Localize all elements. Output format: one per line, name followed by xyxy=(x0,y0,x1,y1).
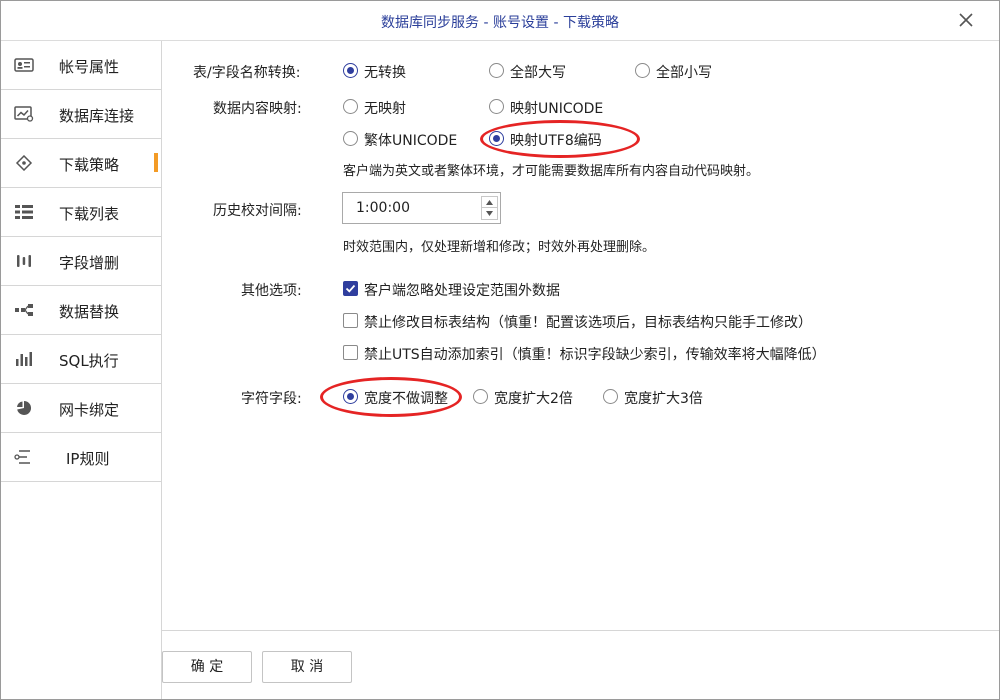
radio-traditional-unicode[interactable]: 繁体UNICODE xyxy=(343,130,473,150)
name-conversion-label: 表/字段名称转换: xyxy=(193,65,301,81)
sql-execute-icon xyxy=(14,351,34,367)
sidebar-item-field-add-remove[interactable]: 字段增删 xyxy=(1,237,161,286)
download-strategy-icon xyxy=(14,155,34,171)
checkbox-no-modify-table-structure[interactable]: 禁止修改目标表结构（慎重！配置该选项后，目标表结构只能手工修改） xyxy=(343,312,813,332)
checkbox-no-auto-index[interactable]: 禁止UTS自动添加索引（慎重！标识字段缺少索引，传输效率将大幅降低） xyxy=(343,344,826,364)
history-interval-input[interactable] xyxy=(344,194,480,222)
nic-binding-icon xyxy=(14,400,34,416)
sidebar-item-label: 下载列表 xyxy=(59,205,120,223)
radio-width-x2[interactable]: 宽度扩大2倍 xyxy=(473,388,583,408)
caret-up-icon xyxy=(486,200,493,205)
sidebar-item-label: IP规则 xyxy=(66,450,110,468)
checkbox-box xyxy=(343,281,358,296)
sidebar-item-label: 数据库连接 xyxy=(59,107,135,125)
radio-circle xyxy=(343,131,358,146)
sidebar-item-ip-rules[interactable]: IP规则 xyxy=(1,433,161,482)
settings-window: 数据库同步服务 - 账号设置 - 下载策略 帐号属性 数据库连接 下载策略 下载… xyxy=(0,0,1000,700)
sidebar-item-label: 字段增删 xyxy=(59,254,120,272)
content-mapping-label: 数据内容映射: xyxy=(213,101,302,117)
checkbox-ignore-out-of-range[interactable]: 客户端忽略处理设定范围外数据 xyxy=(343,280,573,300)
ok-button[interactable]: 确 定 xyxy=(162,651,252,683)
ip-rules-icon xyxy=(14,449,34,465)
checkbox-box xyxy=(343,313,358,328)
dialog-footer: 确 定 取 消 xyxy=(162,630,999,699)
title-bar: 数据库同步服务 - 账号设置 - 下载策略 xyxy=(1,1,999,41)
radio-circle xyxy=(489,63,504,78)
radio-circle xyxy=(603,389,618,404)
radio-no-conversion[interactable]: 无转换 xyxy=(343,62,423,82)
radio-width-x3[interactable]: 宽度扩大3倍 xyxy=(603,388,713,408)
history-interval-hint: 时效范围内，仅处理新增和修改；时效外再处理删除。 xyxy=(343,240,656,255)
sidebar-item-label: 帐号属性 xyxy=(59,58,120,76)
radio-circle xyxy=(489,131,504,146)
history-interval-label: 历史校对间隔: xyxy=(213,203,302,219)
window-title: 数据库同步服务 - 账号设置 - 下载策略 xyxy=(381,15,619,31)
radio-circle xyxy=(343,63,358,78)
settings-panel: 表/字段名称转换: 无转换 全部大写 全部小写 数据内容映射: 无映射 映射UN… xyxy=(162,41,999,630)
sidebar-item-nic-binding[interactable]: 网卡绑定 xyxy=(1,384,161,433)
char-field-label: 字符字段: xyxy=(241,391,302,407)
sidebar-item-label: SQL执行 xyxy=(59,352,119,370)
spin-down-button[interactable] xyxy=(482,208,497,219)
field-add-remove-icon xyxy=(14,253,34,269)
sidebar-item-sql-execute[interactable]: SQL执行 xyxy=(1,335,161,384)
radio-all-uppercase[interactable]: 全部大写 xyxy=(489,62,579,82)
radio-circle xyxy=(343,389,358,404)
database-connection-icon xyxy=(14,106,34,122)
sidebar-item-download-strategy[interactable]: 下载策略 xyxy=(1,139,161,188)
cancel-button[interactable]: 取 消 xyxy=(262,651,352,683)
radio-circle xyxy=(489,99,504,114)
spin-buttons xyxy=(481,196,498,220)
sidebar-item-label: 下载策略 xyxy=(59,156,120,174)
history-interval-spinbox xyxy=(342,192,501,224)
caret-down-icon xyxy=(486,211,493,216)
sidebar-item-account-properties[interactable]: 帐号属性 xyxy=(1,41,161,90)
account-properties-icon xyxy=(14,57,34,73)
radio-map-utf8[interactable]: 映射UTF8编码 xyxy=(489,130,619,150)
content-mapping-hint: 客户端为英文或者繁体环境，才可能需要数据库所有内容自动代码映射。 xyxy=(343,164,760,179)
sidebar: 帐号属性 数据库连接 下载策略 下载列表 字段增删 数据替换 SQL执行 网卡绑… xyxy=(1,41,162,699)
radio-circle xyxy=(343,99,358,114)
data-replace-icon xyxy=(14,302,34,318)
spin-up-button[interactable] xyxy=(482,197,497,208)
sidebar-item-data-replace[interactable]: 数据替换 xyxy=(1,286,161,335)
sidebar-item-label: 数据替换 xyxy=(59,303,120,321)
other-options-label: 其他选项: xyxy=(241,283,302,299)
sidebar-item-label: 网卡绑定 xyxy=(59,401,120,419)
radio-width-no-adjust[interactable]: 宽度不做调整 xyxy=(343,388,453,408)
radio-circle xyxy=(635,63,650,78)
checkbox-box xyxy=(343,345,358,360)
radio-all-lowercase[interactable]: 全部小写 xyxy=(635,62,725,82)
sidebar-item-download-list[interactable]: 下载列表 xyxy=(1,188,161,237)
sidebar-item-database-connection[interactable]: 数据库连接 xyxy=(1,90,161,139)
checkmark-icon xyxy=(345,284,356,293)
radio-map-unicode[interactable]: 映射UNICODE xyxy=(489,98,619,118)
radio-no-mapping[interactable]: 无映射 xyxy=(343,98,423,118)
close-button[interactable] xyxy=(955,9,977,31)
close-icon xyxy=(959,13,973,27)
download-list-icon xyxy=(14,204,34,220)
radio-circle xyxy=(473,389,488,404)
